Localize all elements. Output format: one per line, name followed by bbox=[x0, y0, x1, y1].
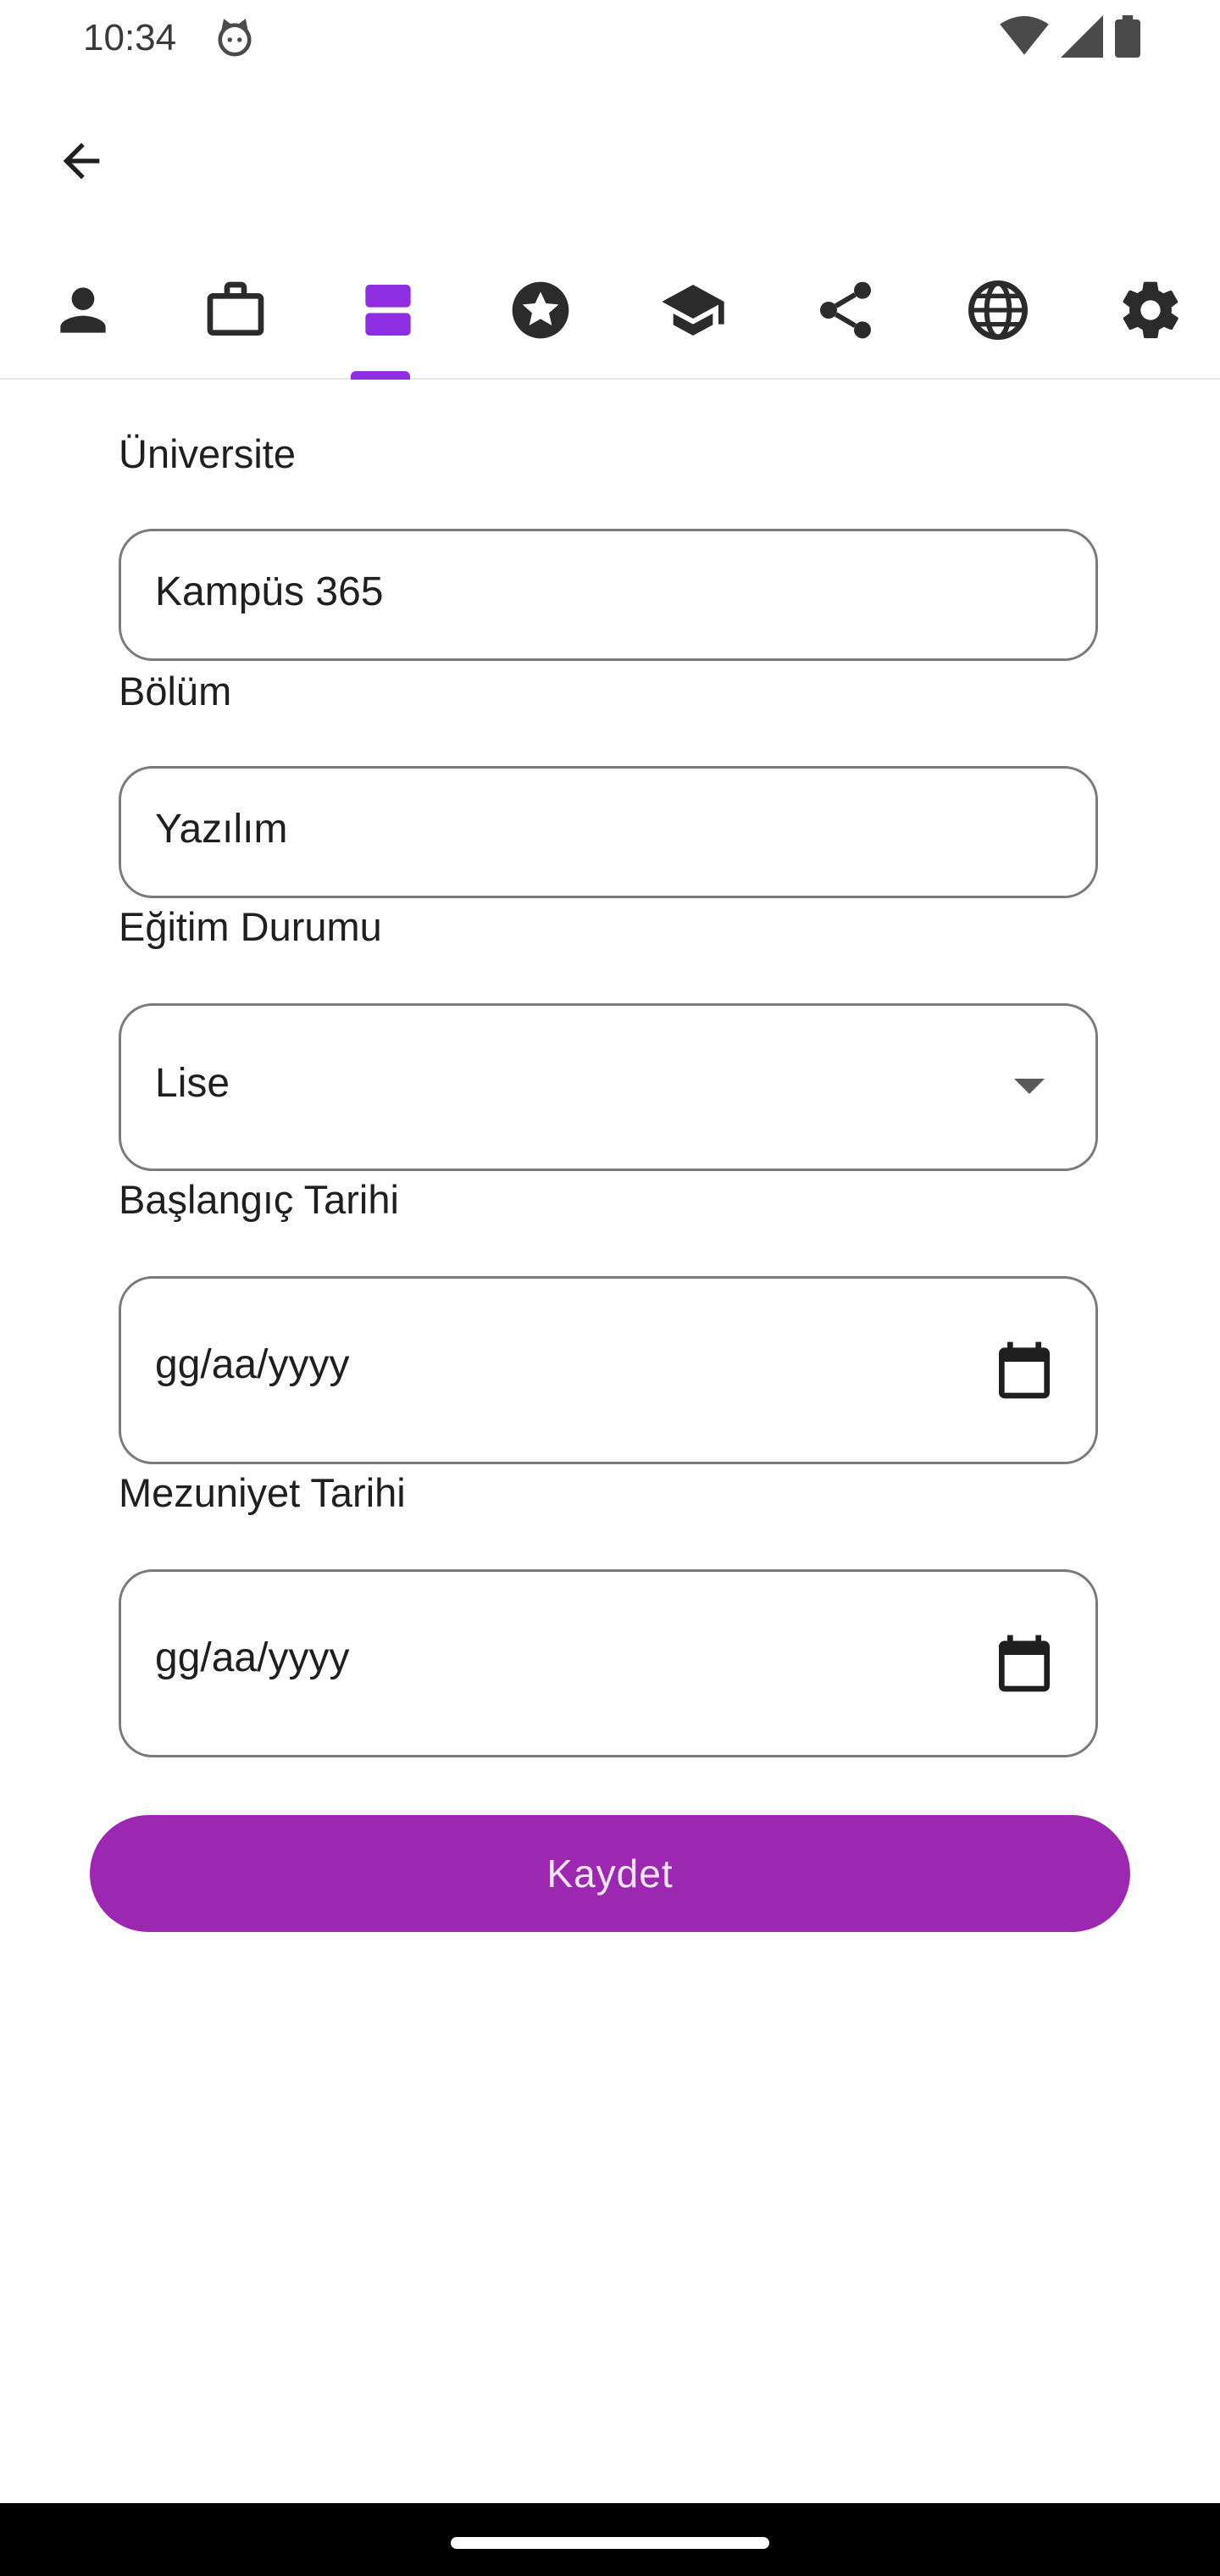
status-icons bbox=[1000, 15, 1140, 58]
wifi-icon bbox=[1000, 16, 1049, 55]
graduation-date-label: Mezuniyet Tarihi bbox=[119, 1470, 406, 1515]
tab-education[interactable] bbox=[312, 254, 464, 378]
back-button[interactable] bbox=[47, 127, 115, 195]
start-date-placeholder: gg/aa/yyyy bbox=[155, 1342, 350, 1387]
tab-skills[interactable] bbox=[464, 254, 617, 378]
education-list-icon bbox=[365, 285, 411, 336]
education-status-label: Eğitim Durumu bbox=[119, 904, 382, 949]
home-gesture-pill[interactable] bbox=[451, 2537, 769, 2549]
tab-experience[interactable] bbox=[159, 254, 312, 378]
status-time: 10:34 bbox=[83, 17, 177, 58]
calendar-icon[interactable] bbox=[990, 1629, 1058, 1697]
calendar-icon[interactable] bbox=[990, 1336, 1058, 1404]
graduation-cap-icon bbox=[662, 285, 724, 336]
save-button[interactable]: Kaydet bbox=[90, 1815, 1130, 1932]
tab-social[interactable] bbox=[769, 254, 922, 378]
education-status-select[interactable]: Lise bbox=[119, 1003, 1098, 1171]
arrow-back-icon bbox=[63, 142, 100, 180]
university-value: Kampüs 365 bbox=[155, 569, 384, 614]
tab-certificates[interactable] bbox=[617, 254, 769, 378]
share-icon bbox=[820, 281, 871, 339]
department-field[interactable]: Yazılım bbox=[119, 766, 1098, 898]
briefcase-icon bbox=[207, 281, 264, 336]
person-icon bbox=[60, 287, 106, 333]
start-date-label: Başlangıç Tarihi bbox=[119, 1177, 399, 1222]
profile-tabs bbox=[0, 254, 1220, 380]
start-date-field[interactable]: gg/aa/yyyy bbox=[119, 1276, 1098, 1464]
star-badge-icon bbox=[512, 281, 569, 339]
university-label: Üniversite bbox=[119, 431, 296, 476]
tab-languages[interactable] bbox=[922, 254, 1074, 378]
university-field[interactable]: Kampüs 365 bbox=[119, 529, 1098, 661]
app-bar bbox=[0, 110, 1220, 195]
settings-icon bbox=[1123, 281, 1178, 339]
signal-icon bbox=[1061, 15, 1103, 58]
status-bar: 10:34 bbox=[0, 0, 1220, 76]
department-value: Yazılım bbox=[155, 807, 288, 852]
tab-personal[interactable] bbox=[7, 254, 159, 378]
globe-icon bbox=[968, 280, 1028, 340]
graduation-date-placeholder: gg/aa/yyyy bbox=[155, 1635, 350, 1680]
system-nav-bar bbox=[0, 2503, 1220, 2576]
tab-indicator bbox=[351, 371, 410, 380]
android-cat-icon bbox=[218, 19, 252, 57]
dropdown-arrow-icon bbox=[1014, 1079, 1045, 1094]
graduation-date-field[interactable]: gg/aa/yyyy bbox=[119, 1569, 1098, 1757]
department-label: Bölüm bbox=[119, 669, 232, 713]
education-status-value: Lise bbox=[155, 1061, 230, 1106]
battery-icon bbox=[1115, 15, 1140, 58]
tab-settings[interactable] bbox=[1074, 254, 1220, 378]
